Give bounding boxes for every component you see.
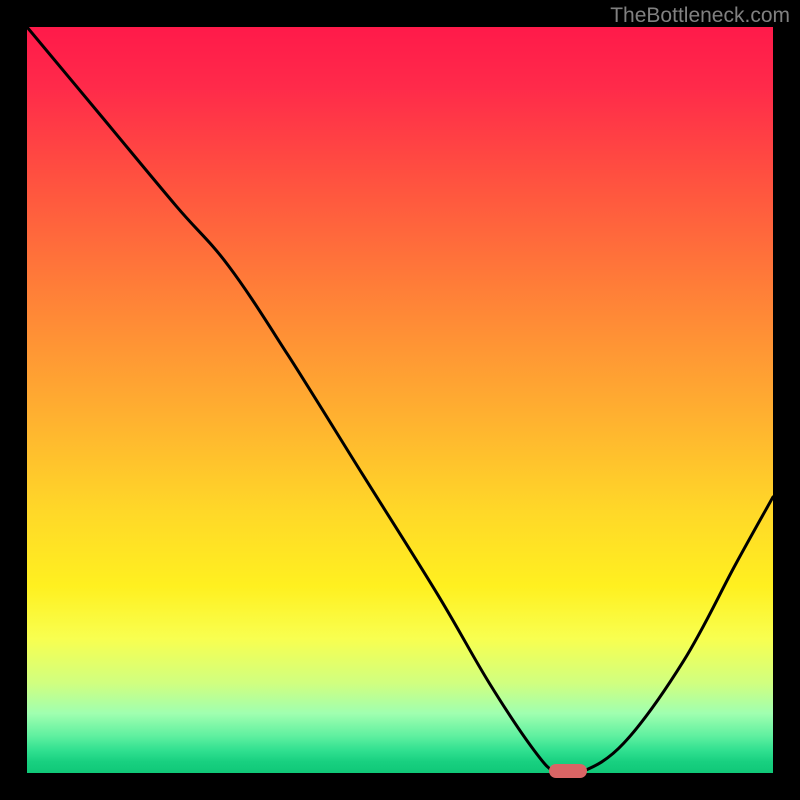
chart-container: TheBottleneck.com [0,0,800,800]
line-curve [27,27,773,773]
watermark-text: TheBottleneck.com [610,4,790,28]
plot-area [27,27,773,773]
optimal-marker [549,764,587,778]
